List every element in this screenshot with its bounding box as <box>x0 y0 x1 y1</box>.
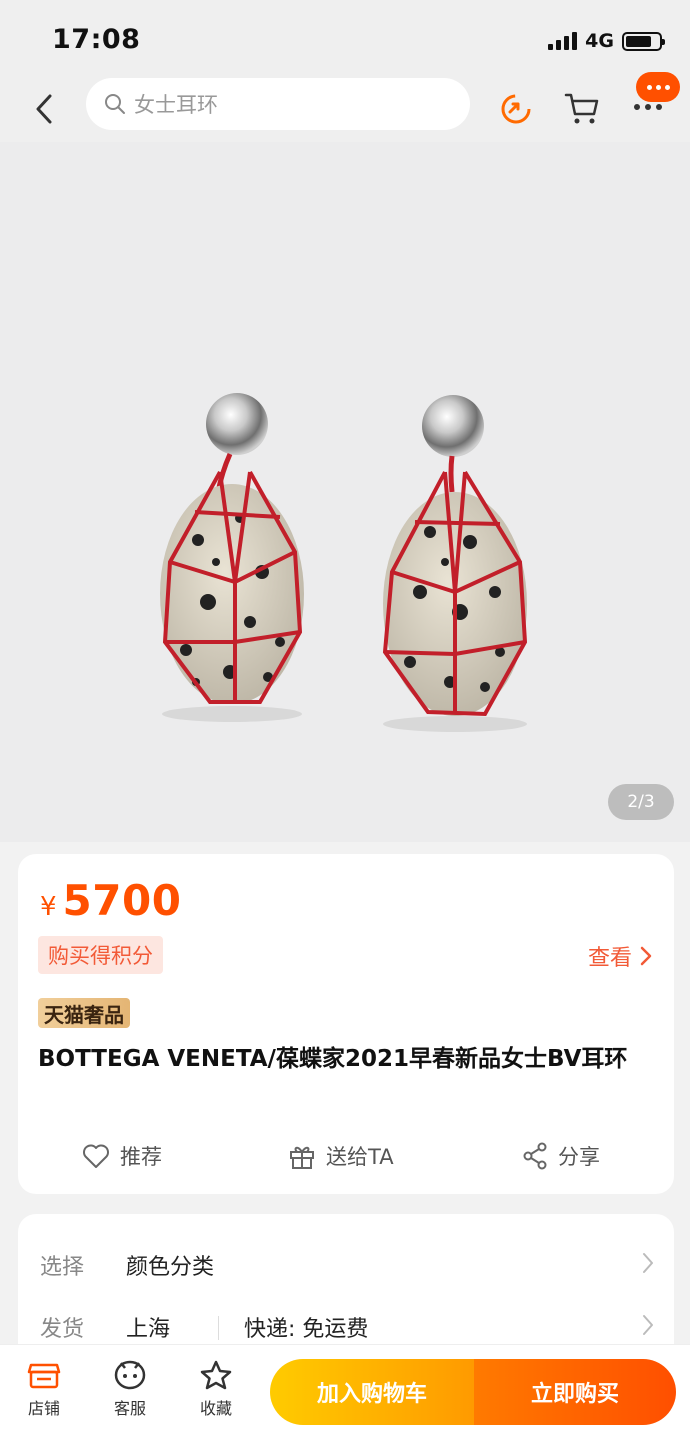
signal-icon <box>548 32 578 50</box>
share-swirl-button[interactable] <box>496 88 536 128</box>
chevron-right-icon <box>643 1253 653 1273</box>
select-value: 颜色分类 <box>126 1255 215 1280</box>
shipping-origin: 上海 <box>126 1317 171 1342</box>
price: ¥ 5700 <box>40 876 181 925</box>
recommend-label: 推荐 <box>120 1145 162 1169</box>
points-tag[interactable]: 购买得积分 <box>38 936 163 974</box>
cart-button[interactable] <box>562 88 602 128</box>
store-tab[interactable]: 店铺 <box>12 1359 76 1419</box>
back-icon <box>36 94 52 124</box>
divider <box>218 1316 219 1340</box>
network-type: 4G <box>585 30 614 52</box>
select-variant-row[interactable]: 选择 颜色分类 <box>18 1240 674 1290</box>
shipping-label: 发货 <box>40 1317 85 1342</box>
store-icon <box>27 1363 61 1389</box>
back-button[interactable] <box>26 88 62 130</box>
bottom-action-bar: 店铺 客服 收藏 加入购物车 立即购买 <box>0 1344 690 1441</box>
favorite-tab[interactable]: 收藏 <box>184 1359 248 1419</box>
options-card: 选择 颜色分类 发货 上海 快递: 免运费 <box>18 1214 674 1364</box>
star-icon <box>200 1360 232 1390</box>
search-placeholder: 女士耳环 <box>134 93 218 117</box>
price-currency: ¥ <box>40 892 57 922</box>
search-input[interactable]: 女士耳环 <box>86 78 470 130</box>
message-icon[interactable] <box>636 72 680 102</box>
product-gallery[interactable]: 2/3 <box>0 142 690 842</box>
gift-label: 送给TA <box>326 1145 394 1169</box>
chevron-right-icon <box>643 1315 653 1335</box>
customer-service-icon <box>114 1360 146 1390</box>
status-indicators: 4G <box>548 30 665 52</box>
product-image <box>160 393 528 732</box>
product-info-card: ¥ 5700 购买得积分 查看 天猫奢品 BOTTEGA VENETA/葆蝶家2… <box>18 854 674 1194</box>
more-icon[interactable] <box>634 104 662 110</box>
view-link-label: 查看 <box>587 946 632 971</box>
battery-icon <box>622 31 665 51</box>
gift-icon <box>290 1146 314 1169</box>
nav-bar: 女士耳环 <box>0 72 690 142</box>
add-to-cart-button[interactable]: 加入购物车 <box>270 1359 474 1425</box>
share-swirl-icon <box>501 94 531 124</box>
heart-icon <box>83 1144 109 1168</box>
image-counter: 2/3 <box>608 784 674 820</box>
tmall-luxury-badge: 天猫奢品 <box>38 998 130 1028</box>
recommend-button[interactable]: 推荐 <box>82 1134 162 1178</box>
share-button[interactable]: 分享 <box>522 1134 600 1178</box>
chevron-right-icon <box>640 946 652 966</box>
status-bar: 17:08 4G <box>0 0 690 78</box>
share-label: 分享 <box>558 1145 600 1169</box>
shipping-fee: 快递: 免运费 <box>244 1317 369 1342</box>
status-time: 17:08 <box>52 24 141 55</box>
customer-service-label: 客服 <box>113 1399 146 1418</box>
product-title: BOTTEGA VENETA/葆蝶家2021早春新品女士BV耳环 <box>38 1046 628 1072</box>
favorite-tab-label: 收藏 <box>199 1399 232 1418</box>
share-icon <box>523 1142 547 1170</box>
price-value: 5700 <box>62 876 182 925</box>
gift-button[interactable]: 送给TA <box>288 1134 394 1178</box>
cart-icon <box>564 93 599 124</box>
action-row: 推荐 送给TA 分享 <box>18 1134 674 1178</box>
buy-now-button[interactable]: 立即购买 <box>474 1359 676 1425</box>
search-icon <box>105 94 125 114</box>
select-label: 选择 <box>40 1255 85 1280</box>
customer-service-tab[interactable]: 客服 <box>98 1359 162 1419</box>
view-points-link[interactable]: 查看 <box>588 940 652 972</box>
store-tab-label: 店铺 <box>27 1399 60 1418</box>
